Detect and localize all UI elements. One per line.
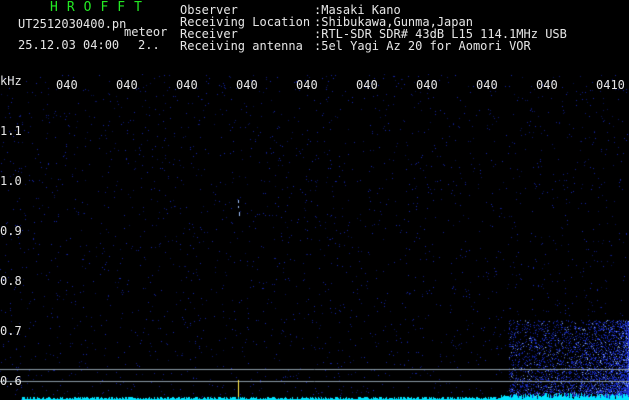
echo-count: 2.. xyxy=(138,38,160,52)
time-tick: 040 xyxy=(116,78,138,92)
station-info: Observer :Masaki Kano Receiving Location… xyxy=(180,4,567,52)
time-tick: 0410 xyxy=(596,78,625,92)
time-tick: 040 xyxy=(176,78,198,92)
antenna-label: Receiving antenna xyxy=(180,39,303,53)
time-tick: 040 xyxy=(236,78,258,92)
app-title: HROFFT xyxy=(50,0,151,15)
time-tick: 040 xyxy=(536,78,558,92)
file-name: UT2512030400.pn xyxy=(18,17,127,31)
freq-tick: 0.6 xyxy=(0,374,22,388)
antenna-row: Receiving antenna :5el Yagi Az 20 for Ao… xyxy=(180,40,567,52)
date-time: 25.12.03 04:00 xyxy=(18,38,120,52)
freq-tick: 1.0 xyxy=(0,174,22,188)
time-tick: 040 xyxy=(356,78,378,92)
freq-tick: 0.7 xyxy=(0,324,22,338)
antenna-value: :5el Yagi Az 20 for Aomori VOR xyxy=(314,39,531,53)
freq-tick: 1.1 xyxy=(0,124,22,138)
freq-unit-label: kHz xyxy=(0,74,22,88)
time-tick: 040 xyxy=(416,78,438,92)
time-tick: 040 xyxy=(296,78,318,92)
freq-tick: 0.8 xyxy=(0,274,22,288)
time-tick: 040 xyxy=(56,78,78,92)
freq-tick: 0.9 xyxy=(0,224,22,238)
spectrogram xyxy=(0,74,629,400)
detection-tag: meteor xyxy=(124,25,168,39)
time-tick: 040 xyxy=(476,78,498,92)
